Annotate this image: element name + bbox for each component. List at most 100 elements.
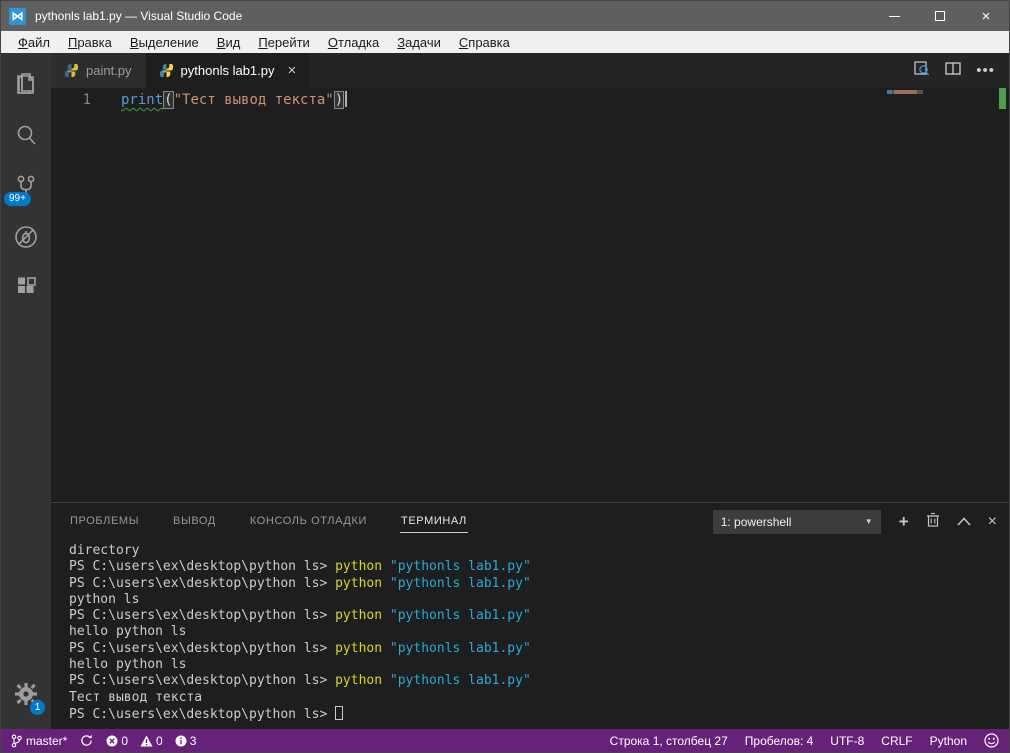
terminal-segment: directory [69, 543, 140, 558]
terminal-segment: PS C:\users\ex\desktop\python ls> [69, 640, 336, 656]
branch-name: master* [26, 733, 68, 748]
terminal-segment: "pythonls lab1.py" [389, 640, 531, 656]
warnings-indicator: 0 [140, 734, 163, 748]
python-file-icon [159, 63, 173, 78]
problems-status[interactable]: 0 0 3 [106, 734, 204, 748]
window-controls: × [871, 1, 1009, 31]
terminal-segment: python [335, 640, 390, 656]
code-content: print("Тест вывод текста") [91, 90, 348, 110]
terminal-segment: python ls [69, 591, 140, 607]
line-number: 1 [82, 92, 91, 108]
chevron-down-icon: ▼ [864, 517, 873, 526]
close-button[interactable]: × [963, 1, 1009, 31]
sidebar-item-debug[interactable] [1, 212, 51, 262]
minimize-icon [888, 15, 900, 17]
open-preview-icon [914, 60, 930, 75]
more-actions-button[interactable]: ••• [976, 62, 995, 79]
terminal-segment: Тест вывод текста [69, 689, 203, 705]
menu-item-go[interactable]: Перейти [249, 33, 319, 52]
terminal-line: PS C:\users\ex\desktop\python ls> [69, 705, 1009, 723]
menu-item-help[interactable]: Справка [450, 33, 519, 52]
panel-tab-problems[interactable]: ПРОБЛЕМЫ [69, 510, 140, 533]
terminal-line: hello python ls [69, 657, 1009, 673]
code-editor[interactable]: 1 print("Тест вывод текста") [51, 88, 1009, 502]
title-bar: ⋈ pythonls lab1.py — Visual Studio Code … [1, 1, 1009, 31]
close-icon: × [981, 7, 991, 25]
close-panel-button[interactable]: × [988, 513, 997, 530]
code-line-1: 1 print("Тест вывод текста") [51, 88, 1009, 110]
terminal-segment: PS C:\users\ex\desktop\python ls> [69, 673, 336, 689]
new-terminal-button[interactable]: + [899, 513, 909, 530]
feedback-button[interactable] [984, 733, 999, 748]
terminal-line: python ls [69, 592, 1009, 608]
terminal-line: PS C:\users\ex\desktop\python ls> python… [69, 673, 1009, 689]
menu-item-file[interactable]: Файл [9, 33, 59, 52]
panel-actions: + × [899, 512, 997, 532]
sync-button[interactable] [80, 734, 93, 747]
terminal-line: Тест вывод текста [69, 690, 1009, 706]
sidebar-item-search[interactable] [1, 110, 51, 160]
settings-badge: 1 [30, 700, 45, 715]
tab-paint-py[interactable]: paint.py [51, 53, 145, 88]
terminal-segment: hello python ls [69, 657, 187, 673]
kill-terminal-button[interactable] [926, 512, 940, 532]
infos-count: 3 [189, 733, 197, 748]
terminal-segment: hello python ls [69, 624, 187, 640]
menu-item-debug[interactable]: Отладка [319, 33, 388, 52]
minimize-button[interactable] [871, 1, 917, 31]
window-title: pythonls lab1.py — Visual Studio Code [35, 9, 243, 23]
error-icon [106, 735, 118, 746]
tab-pythonls-lab1-py[interactable]: pythonls lab1.py × [145, 53, 310, 88]
terminal-line: PS C:\users\ex\desktop\python ls> python… [69, 608, 1009, 624]
panel-tab-terminal[interactable]: ТЕРМИНАЛ [400, 510, 468, 533]
indentation-status[interactable]: Пробелов: 4 [745, 734, 814, 748]
minimap[interactable] [887, 90, 923, 94]
smiley-icon [984, 733, 999, 748]
split-editor-button[interactable] [945, 61, 961, 81]
encoding-status[interactable]: UTF-8 [830, 734, 864, 748]
editor-cursor [345, 91, 348, 107]
overview-ruler-added-mark [999, 88, 1006, 109]
status-bar-right: Строка 1, столбец 27 Пробелов: 4 UTF-8 C… [593, 733, 999, 748]
chevron-up-icon [957, 516, 971, 526]
code-token: "Тест вывод текста" [173, 92, 334, 108]
menu-item-view[interactable]: Вид [208, 33, 250, 52]
menu-item-selection[interactable]: Выделение [121, 33, 208, 52]
panel-tabs: ПРОБЛЕМЫ ВЫВОД КОНСОЛЬ ОТЛАДКИ ТЕРМИНАЛ [69, 510, 500, 533]
sidebar-item-explorer[interactable] [1, 59, 51, 109]
tab-close-icon[interactable]: × [288, 63, 297, 78]
settings-button[interactable]: 1 [1, 669, 51, 719]
editor-tab-bar: paint.py pythonls lab1.py × ••• [51, 53, 1009, 88]
tab-label: paint.py [86, 63, 132, 78]
info-icon [175, 735, 187, 746]
terminal-segment: "pythonls lab1.py" [389, 608, 531, 624]
menu-item-tasks[interactable]: Задачи [388, 33, 450, 52]
open-preview-button[interactable] [913, 60, 930, 82]
split-editor-icon [945, 61, 961, 75]
sidebar-item-extensions[interactable] [1, 263, 51, 313]
menu-item-edit[interactable]: Правка [59, 33, 121, 52]
terminal-line: PS C:\users\ex\desktop\python ls> python… [69, 559, 1009, 575]
sync-icon [81, 734, 93, 746]
language-mode-status[interactable]: Python [930, 734, 967, 748]
infos-indicator: 3 [175, 733, 197, 748]
git-branch-icon [11, 734, 22, 747]
terminal-segment: python [335, 559, 390, 575]
files-icon [17, 73, 34, 94]
trash-icon [926, 512, 939, 527]
status-bar: master* 0 0 3 Строка 1, столбец 27 Пробе… [1, 729, 1009, 752]
terminal-segment: python [335, 608, 390, 624]
eol-status[interactable]: CRLF [881, 734, 912, 748]
git-branch-status[interactable]: master* [11, 734, 67, 748]
sidebar-item-source-control[interactable]: 99+ [1, 161, 51, 211]
terminal-segment: "pythonls lab1.py" [389, 559, 531, 575]
maximize-button[interactable] [917, 1, 963, 31]
panel-tab-debug-console[interactable]: КОНСОЛЬ ОТЛАДКИ [249, 510, 368, 533]
panel-tab-output[interactable]: ВЫВОД [172, 510, 217, 533]
terminal-line: directory [69, 543, 1009, 559]
maximize-panel-button[interactable] [957, 513, 971, 531]
terminal-content[interactable]: directory PS C:\users\ex\desktop\python l… [51, 540, 1009, 729]
warning-icon [140, 735, 153, 746]
cursor-position-status[interactable]: Строка 1, столбец 27 [610, 734, 728, 748]
terminal-select[interactable]: 1: powershell ▼ [712, 509, 881, 534]
